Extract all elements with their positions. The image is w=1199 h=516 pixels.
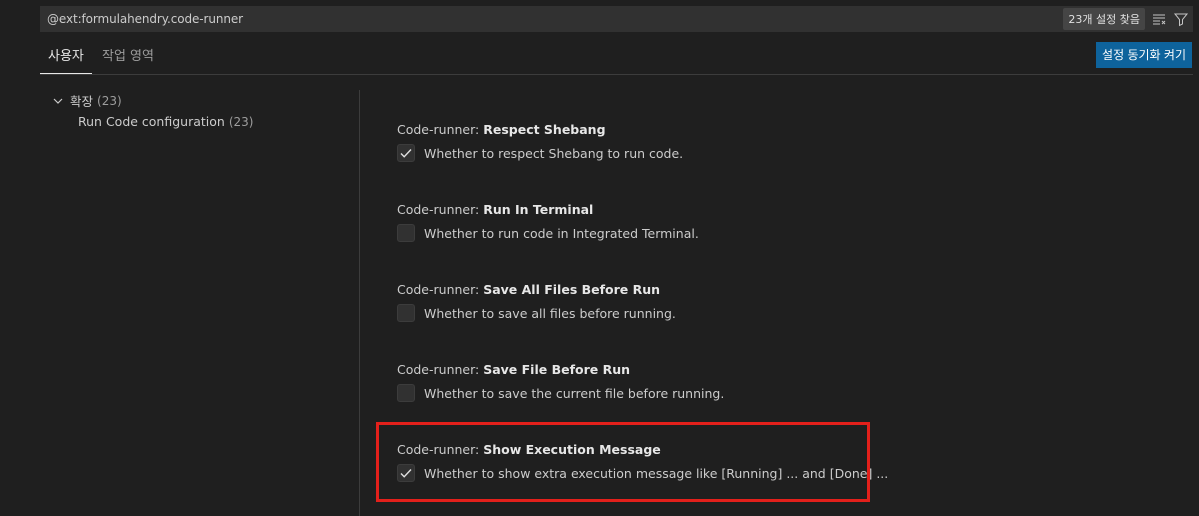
filter-icon[interactable] (1171, 9, 1191, 29)
setting-name: Respect Shebang (483, 122, 606, 137)
setting-title: Code-runner: Run In Terminal (397, 201, 1177, 219)
toc-item-label: Run Code configuration (78, 114, 225, 129)
toc-item-run-code-configuration[interactable]: Run Code configuration (23) (78, 114, 253, 129)
setting-name: Show Execution Message (483, 442, 661, 457)
setting-name: Run In Terminal (483, 202, 594, 217)
setting-description: Whether to save the current file before … (424, 385, 725, 401)
setting-name: Save All Files Before Run (483, 282, 661, 297)
setting-title: Code-runner: Save All Files Before Run (397, 281, 1177, 299)
chevron-down-icon (52, 95, 66, 107)
tab-user[interactable]: 사용자 (40, 38, 92, 74)
setting-category: Code-runner: (397, 442, 484, 457)
setting-description: Whether to respect Shebang to run code. (424, 145, 684, 161)
show-execution-message-checkbox[interactable] (397, 464, 415, 482)
setting-title: Code-runner: Save File Before Run (397, 361, 1177, 379)
setting-save-all-files-before-run: Code-runner: Save All Files Before Run W… (397, 281, 1177, 322)
toc-group-extensions[interactable]: 확장 (23) (52, 91, 122, 110)
setting-category: Code-runner: (397, 122, 484, 137)
setting-title: Code-runner: Respect Shebang (397, 121, 1177, 139)
clear-filter-icon[interactable] (1149, 9, 1169, 29)
setting-run-in-terminal: Code-runner: Run In Terminal Whether to … (397, 201, 1177, 242)
toc-group-count: (23) (97, 93, 122, 108)
setting-title: Code-runner: Show Execution Message (397, 441, 1177, 459)
setting-save-file-before-run: Code-runner: Save File Before Run Whethe… (397, 361, 1177, 402)
settings-scope-tabs: 사용자 작업 영역 (40, 38, 1193, 75)
setting-description: Whether to show extra execution message … (424, 465, 889, 481)
save-all-files-before-run-checkbox[interactable] (397, 304, 415, 322)
checkmark-icon (400, 469, 412, 478)
settings-list: Code-runner: Respect Shebang Whether to … (360, 90, 1199, 516)
respect-shebang-checkbox[interactable] (397, 144, 415, 162)
settings-toc: 확장 (23) Run Code configuration (23) (40, 84, 358, 516)
settings-search-bar: 23개 설정 찾음 (40, 5, 1193, 33)
setting-category: Code-runner: (397, 202, 484, 217)
setting-description: Whether to save all files before running… (424, 305, 676, 321)
setting-description: Whether to run code in Integrated Termin… (424, 225, 699, 241)
setting-show-execution-message: Code-runner: Show Execution Message Whet… (397, 441, 1177, 482)
turn-on-settings-sync-button[interactable]: 설정 동기화 켜기 (1096, 42, 1192, 68)
setting-respect-shebang: Code-runner: Respect Shebang Whether to … (397, 121, 1177, 162)
setting-name: Save File Before Run (483, 362, 631, 377)
toc-item-count: (23) (228, 114, 254, 129)
save-file-before-run-checkbox[interactable] (397, 384, 415, 402)
setting-category: Code-runner: (397, 362, 484, 377)
run-in-terminal-checkbox[interactable] (397, 224, 415, 242)
toc-group-label: 확장 (70, 94, 94, 109)
result-count-badge: 23개 설정 찾음 (1063, 8, 1145, 30)
checkmark-icon (400, 149, 412, 158)
settings-search-input[interactable] (40, 5, 1064, 33)
tab-workspace[interactable]: 작업 영역 (102, 38, 154, 74)
setting-category: Code-runner: (397, 282, 484, 297)
